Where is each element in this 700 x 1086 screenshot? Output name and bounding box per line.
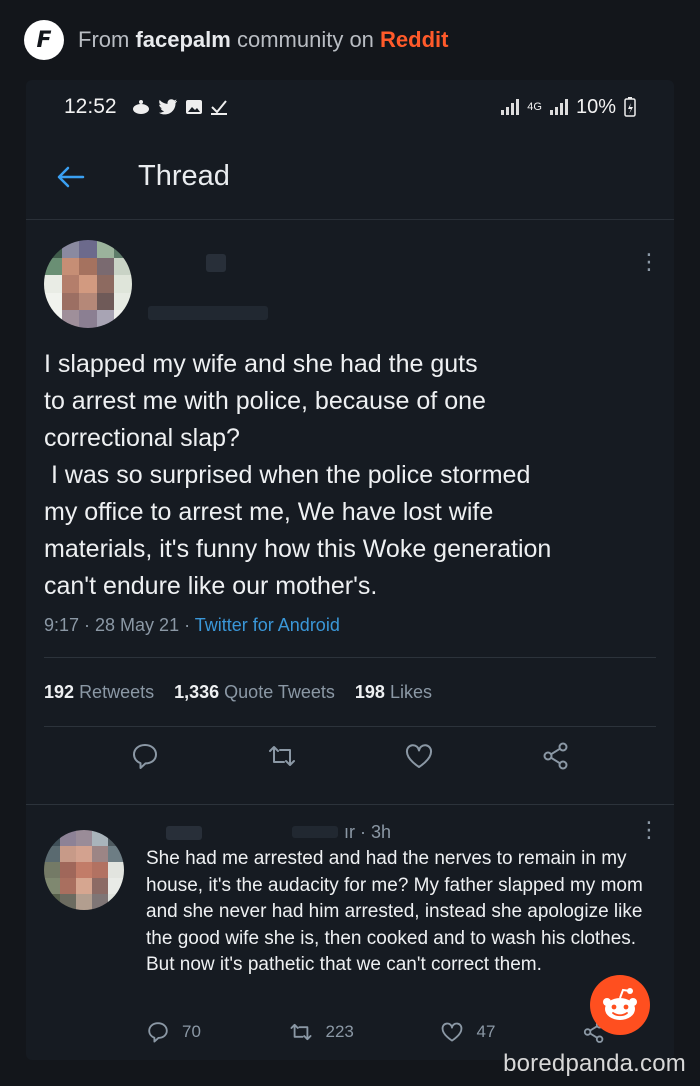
- battery-percent: 10%: [575, 95, 616, 118]
- reply-icon: [148, 1022, 168, 1043]
- source-mid: community on: [236, 27, 374, 52]
- signal-bars-icon: [501, 99, 520, 115]
- page-title: Thread: [138, 160, 230, 192]
- reply-actions: 70 223 47: [146, 1020, 606, 1044]
- reddit-alien-icon: [590, 975, 650, 1035]
- source-site: Reddit: [380, 27, 449, 52]
- tweet-timestamp: 9:17 · 28 May 21 · Twitter for Android: [44, 615, 340, 636]
- boredpanda-watermark: boredpanda.com: [503, 1050, 686, 1077]
- tweet-time: 9:17 · 28 May 21 ·: [44, 615, 191, 635]
- retweet-count: 223: [325, 1022, 354, 1041]
- network-label: 4G: [527, 101, 542, 113]
- download-check-icon: [210, 100, 227, 115]
- more-options-icon[interactable]: ⋮: [638, 251, 660, 273]
- like-count: 47: [476, 1022, 496, 1041]
- source-prefix: From: [78, 27, 130, 52]
- like-heart-icon[interactable]: [403, 740, 435, 772]
- author-name-redacted: [206, 254, 226, 272]
- reply-count: 70: [182, 1022, 201, 1041]
- reply-meta: ır · 3h: [344, 822, 392, 842]
- tweet-stats: 192 Retweets 1,336 Quote Tweets 198 Like…: [44, 682, 432, 703]
- likes-stat[interactable]: 198 Likes: [355, 682, 432, 703]
- phone-screenshot: 12:52 4G 10% Thread ⋮ I slapped my wife …: [26, 80, 674, 1060]
- tweet-source-link[interactable]: Twitter for Android: [195, 615, 340, 635]
- reply-avatar-blurred[interactable]: [44, 830, 124, 910]
- source-header: F From facepalm community on Reddit: [0, 0, 700, 80]
- author-avatar-blurred[interactable]: [44, 240, 132, 328]
- retweets-stat[interactable]: 192 Retweets: [44, 682, 154, 703]
- like-heart-icon: [442, 1022, 463, 1042]
- back-arrow-icon[interactable]: [26, 166, 116, 188]
- notification-app-icon: [132, 100, 149, 114]
- reply-icon[interactable]: [129, 740, 161, 772]
- divider: [44, 726, 656, 727]
- reply-handle-redacted: [292, 826, 338, 838]
- status-bar: 12:52 4G 10%: [26, 80, 674, 134]
- status-time: 12:52: [64, 95, 117, 118]
- reply-name-redacted: [166, 826, 202, 840]
- tweet-actions: [26, 740, 674, 772]
- source-community: facepalm: [135, 27, 231, 52]
- facepalm-logo-icon: F: [24, 20, 64, 60]
- signal-bars-2-icon: [549, 99, 568, 115]
- retweet-icon: [289, 1023, 312, 1041]
- author-handle-redacted: [148, 306, 268, 320]
- reply-reply-button[interactable]: 70: [146, 1020, 201, 1044]
- reply-like-button[interactable]: 47: [440, 1020, 495, 1044]
- tweet-text: I slapped my wife and she had the guts t…: [44, 350, 552, 600]
- battery-icon: [624, 97, 636, 117]
- twitter-bird-icon: [158, 99, 177, 115]
- reply-retweet-button[interactable]: 223: [288, 1020, 354, 1044]
- reply-text: She had me arrested and had the nerves t…: [146, 848, 643, 976]
- retweet-icon[interactable]: [266, 740, 298, 772]
- divider: [44, 657, 656, 658]
- quote-tweets-stat[interactable]: 1,336 Quote Tweets: [174, 682, 335, 703]
- source-caption: From facepalm community on Reddit: [78, 27, 449, 53]
- image-icon: [185, 100, 202, 114]
- share-icon[interactable]: [540, 740, 572, 772]
- divider: [26, 804, 674, 805]
- reply-more-options-icon[interactable]: ⋮: [638, 819, 660, 841]
- thread-topbar: Thread: [26, 134, 674, 220]
